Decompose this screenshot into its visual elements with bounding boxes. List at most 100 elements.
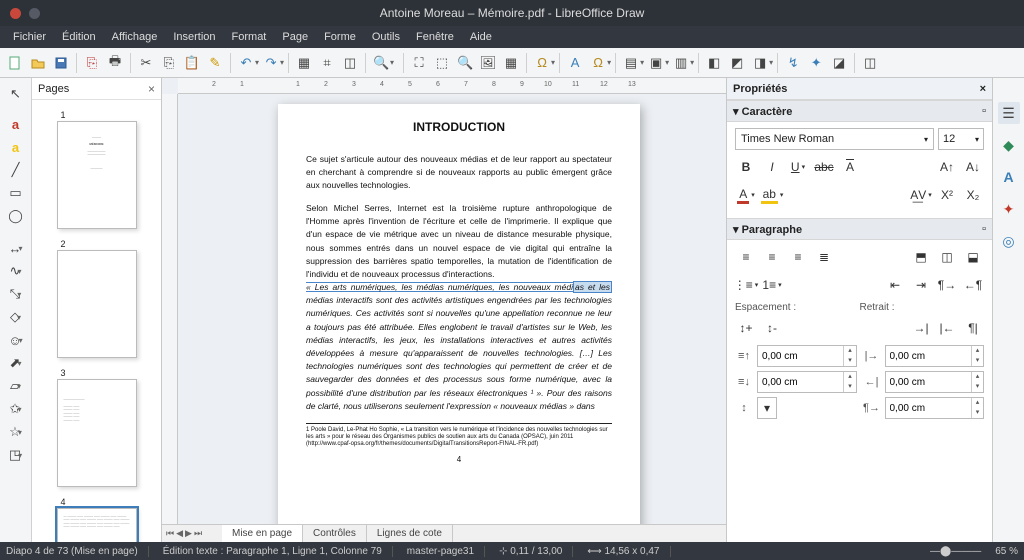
tab-prev-icon[interactable]: ◀	[176, 528, 183, 539]
highlight-color-button[interactable]: ab▾	[761, 184, 783, 206]
character-more-icon[interactable]: ▫	[982, 105, 986, 117]
pages-panel-close-icon[interactable]: ×	[148, 82, 155, 96]
basic-shape-icon[interactable]: ◇▾	[5, 307, 27, 327]
snap-icon[interactable]: ⌗	[316, 52, 338, 74]
font-color-button[interactable]: A▾	[735, 184, 757, 206]
redo-icon[interactable]: ↷	[260, 52, 282, 74]
flowchart-icon[interactable]: ▱▾	[5, 376, 27, 396]
navigator-tab-icon[interactable]: ✦	[998, 198, 1020, 220]
text-selection[interactable]: as et les	[573, 281, 612, 293]
status-master[interactable]: master-page31	[407, 546, 485, 557]
spacing-inc-icon[interactable]: ↕+	[735, 317, 757, 339]
menu-edition[interactable]: Édition	[55, 29, 103, 45]
paragraph-section-head[interactable]: ▾ Paragraphe ▫	[727, 218, 992, 240]
overline-button[interactable]: A	[839, 156, 861, 178]
hanging-indent-icon[interactable]: ¶|	[962, 317, 984, 339]
align-right-button[interactable]: ≡	[787, 246, 809, 268]
close-icon[interactable]	[10, 8, 21, 19]
numbering-button[interactable]: 1≡▾	[761, 274, 783, 296]
menu-fenetre[interactable]: Fenêtre	[409, 29, 461, 45]
paragraph-more-icon[interactable]: ▫	[982, 223, 986, 235]
ellipse-tool-icon[interactable]: ◯	[5, 206, 27, 226]
omega-icon[interactable]: Ω	[531, 52, 553, 74]
extrusion-icon[interactable]: ◪	[828, 52, 850, 74]
menu-aide[interactable]: Aide	[463, 29, 499, 45]
menu-insertion[interactable]: Insertion	[166, 29, 222, 45]
char-spacing-button[interactable]: A͟V▾	[910, 184, 932, 206]
document-page[interactable]: INTRODUCTION Ce sujet s'articule autour …	[278, 104, 640, 524]
connector-icon[interactable]: ⤡▾	[5, 284, 27, 304]
rect-tool-icon[interactable]: ▭	[5, 183, 27, 203]
properties-tab-icon[interactable]: ☰	[998, 102, 1020, 124]
select-icon[interactable]: ↖	[5, 84, 27, 104]
canvas-scroll[interactable]: INTRODUCTION Ce sujet s'articule autour …	[162, 94, 726, 524]
menu-outils[interactable]: Outils	[365, 29, 407, 45]
valign-top-button[interactable]: ⬒	[910, 246, 932, 268]
menu-page[interactable]: Page	[275, 29, 315, 45]
page-thumb-2[interactable]: 2	[55, 239, 139, 358]
3d-icon[interactable]: ◳▾	[5, 445, 27, 465]
open-icon[interactable]	[27, 52, 49, 74]
curve-icon[interactable]: ∿▾	[5, 261, 27, 281]
zoom-fit-icon[interactable]: ⛶	[408, 52, 430, 74]
spacing-below-input[interactable]: ▴▾	[757, 371, 857, 393]
line-tool-icon[interactable]: ╱	[5, 160, 27, 180]
shrink-font-button[interactable]: A↓	[962, 156, 984, 178]
tab-next-icon[interactable]: ▶	[185, 528, 192, 539]
gallery-tab-icon[interactable]: A	[998, 166, 1020, 188]
rtl-button[interactable]: ←¶	[962, 274, 984, 296]
italic-button[interactable]: I	[761, 156, 783, 178]
crop-icon[interactable]: ◩	[726, 52, 748, 74]
zoom-slider[interactable]: —⬤———	[930, 546, 981, 557]
valign-mid-button[interactable]: ◫	[936, 246, 958, 268]
spacing-above-input[interactable]: ▴▾	[757, 345, 857, 367]
align-center-button[interactable]: ≡	[761, 246, 783, 268]
superscript-button[interactable]: X²	[936, 184, 958, 206]
underline-button[interactable]: U▾	[787, 156, 809, 178]
page-thumb-4[interactable]: 4— ——— —— ——— —— ——— —— ——— —— ——— —— ——…	[55, 497, 139, 542]
grow-font-button[interactable]: A↑	[936, 156, 958, 178]
page-thumbnails[interactable]: 1———MÉMOIRE———————————————— 2 3—————————…	[32, 100, 161, 542]
grid-icon[interactable]: ▦	[293, 52, 315, 74]
bold-button[interactable]: B	[735, 156, 757, 178]
font-name-select[interactable]: Times New Roman▾	[735, 128, 934, 150]
minimize-icon[interactable]	[29, 8, 40, 19]
page-thumb-3[interactable]: 3—————————— ————— ————— ————— ————— ——	[55, 368, 139, 487]
font-size-select[interactable]: 12▾	[938, 128, 984, 150]
points-icon[interactable]: ↯	[782, 52, 804, 74]
valign-bot-button[interactable]: ⬓	[962, 246, 984, 268]
align-left-button[interactable]: ≡	[735, 246, 757, 268]
textbox-icon[interactable]: ⬚	[431, 52, 453, 74]
indent-before-input[interactable]: ▴▾	[885, 345, 985, 367]
callout-icon[interactable]: ✩▾	[5, 399, 27, 419]
shadow-icon[interactable]: ◧	[703, 52, 725, 74]
indent-dec-button[interactable]: ⇤	[884, 274, 906, 296]
tab-last-icon[interactable]: ⏭	[194, 528, 202, 539]
undo-icon[interactable]: ↶	[235, 52, 257, 74]
shapes-tab-icon[interactable]: ◆	[998, 134, 1020, 156]
line-color-icon[interactable]	[5, 107, 27, 111]
strike-button[interactable]: abc	[813, 156, 835, 178]
line-spacing-button[interactable]: ▾	[757, 397, 777, 419]
paste-icon[interactable]: 📋	[181, 52, 203, 74]
clone-format-icon[interactable]: ✎	[204, 52, 226, 74]
table-icon[interactable]: ▦	[500, 52, 522, 74]
indent-after-input[interactable]: ▴▾	[885, 371, 985, 393]
fontwork-omega-icon[interactable]: Ω	[587, 52, 609, 74]
fill-color-b-icon[interactable]: a	[5, 137, 27, 157]
find-icon[interactable]: 🔍	[454, 52, 476, 74]
indent-first-input[interactable]: ▴▾	[885, 397, 985, 419]
subscript-button[interactable]: X₂	[962, 184, 984, 206]
tab-mise-en-page[interactable]: Mise en page	[222, 525, 303, 542]
copy-icon[interactable]: ⎘	[158, 52, 180, 74]
zoom-icon[interactable]: 🔍	[370, 52, 392, 74]
menu-affichage[interactable]: Affichage	[105, 29, 165, 45]
page-thumb-1[interactable]: 1———MÉMOIRE————————————————	[55, 110, 139, 229]
styles-tab-icon[interactable]: ◎	[998, 230, 1020, 252]
block-arrow-icon[interactable]: ⬈▾	[5, 353, 27, 373]
show-draw-icon[interactable]: ◫	[859, 52, 881, 74]
bullets-button[interactable]: ⋮≡▾	[735, 274, 757, 296]
export-pdf-icon[interactable]: ⎘	[81, 52, 103, 74]
ltr-button[interactable]: ¶→	[936, 274, 958, 296]
menu-format[interactable]: Format	[225, 29, 274, 45]
